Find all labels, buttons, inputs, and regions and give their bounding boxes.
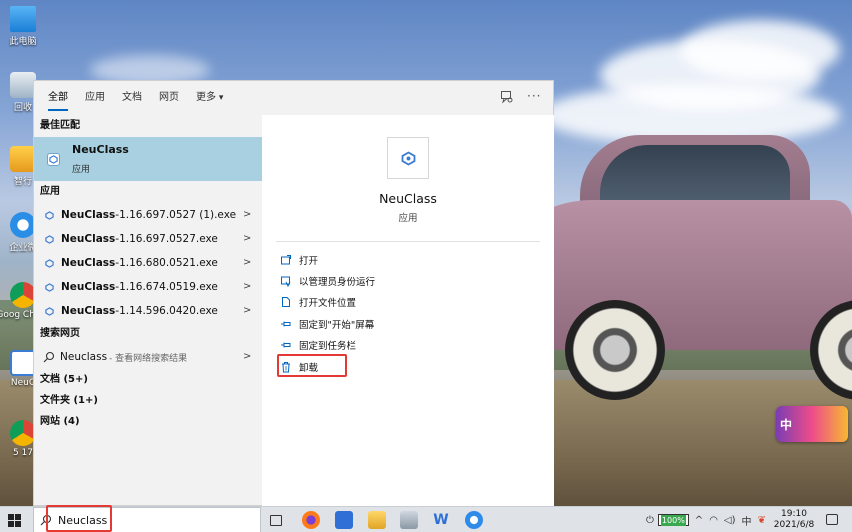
neuclass-app-icon — [43, 209, 56, 222]
app-icon-gray[interactable] — [400, 511, 418, 529]
search-highlight-box — [46, 505, 112, 532]
feedback-icon[interactable] — [500, 90, 514, 104]
app-result-item[interactable]: NeuClass-1.14.596.0420.exe > — [34, 299, 262, 323]
search-results-list: 最佳匹配 NeuClass 应用 应用 NeuClass-1.16.697.05… — [34, 115, 262, 507]
best-match-type: 应用 — [72, 165, 91, 175]
web-search-result[interactable]: Neuclass - 查看网络搜索结果 > — [34, 345, 262, 369]
action-open-file-location[interactable]: 打开文件位置 — [280, 292, 375, 313]
volume-icon[interactable]: ◁) — [724, 515, 736, 526]
web-search-header: 搜索网页 — [40, 328, 80, 339]
documents-group[interactable]: 文档 (5+) — [34, 369, 262, 390]
system-clock[interactable]: 19:10 2021/6/8 — [766, 509, 822, 531]
search-icon — [43, 351, 55, 363]
computer-icon — [10, 6, 36, 32]
app-tray-icon[interactable]: ❦ — [758, 515, 766, 526]
task-view-icon[interactable] — [270, 515, 282, 526]
uninstall-highlight-box — [277, 354, 347, 377]
chevron-right-icon[interactable]: > — [243, 351, 251, 362]
folders-group[interactable]: 文件夹 (1+) — [34, 390, 262, 411]
run-as-admin-icon — [281, 276, 291, 288]
system-tray: ⏻ 100% ^ ◠ ◁) 中 ❦ — [640, 507, 766, 532]
tab-documents[interactable]: 文档 — [122, 81, 142, 115]
wifi-icon[interactable]: ◠ — [709, 515, 718, 526]
action-run-as-admin[interactable]: 以管理员身份运行 — [280, 270, 375, 291]
neuclass-app-icon — [43, 281, 56, 294]
more-options-button[interactable]: ··· — [527, 89, 541, 103]
open-icon — [281, 254, 291, 265]
firefox-icon[interactable] — [302, 511, 320, 529]
battery-indicator[interactable]: 100% — [657, 514, 689, 526]
wps-writer-icon[interactable]: W — [432, 511, 450, 529]
tab-web[interactable]: 网页 — [159, 81, 179, 115]
tab-apps[interactable]: 应用 — [85, 81, 105, 115]
detail-app-type: 应用 — [398, 213, 418, 224]
windows-logo-icon — [8, 514, 14, 520]
chevron-right-icon[interactable]: > — [243, 281, 251, 292]
action-pin-to-taskbar[interactable]: 固定到任务栏 — [280, 335, 375, 356]
tab-more[interactable]: 更多 — [196, 81, 223, 115]
chevron-right-icon[interactable]: > — [243, 257, 251, 268]
file-explorer-icon[interactable] — [368, 511, 386, 529]
taskbar: W ⏻ 100% ^ ◠ ◁) 中 ❦ 19:10 2021/6/8 — [0, 506, 852, 532]
best-match-header: 最佳匹配 — [40, 120, 80, 131]
app-result-item[interactable]: NeuClass-1.16.674.0519.exe > — [34, 275, 262, 299]
divider — [276, 241, 540, 242]
neuclass-app-icon — [47, 152, 60, 166]
best-match-item[interactable]: NeuClass 应用 — [34, 137, 262, 181]
power-icon[interactable]: ⏻ — [646, 515, 654, 526]
app-detail-pane: NeuClass 应用 打开 以管理员身份运行 打开文件位置 固定到"开始"屏幕 — [262, 115, 554, 507]
app-result-item[interactable]: NeuClass-1.16.697.0527.exe > — [34, 227, 262, 251]
ime-indicator[interactable]: 中 — [742, 513, 752, 528]
app-result-item[interactable]: NeuClass-1.16.680.0521.exe > — [34, 251, 262, 275]
neuclass-app-icon — [43, 233, 56, 246]
app-result-item[interactable]: NeuClass-1.16.697.0527 (1).exe > — [34, 203, 262, 227]
notification-icon[interactable] — [826, 514, 838, 525]
chevron-right-icon[interactable]: > — [243, 233, 251, 244]
chevron-right-icon[interactable]: > — [243, 305, 251, 316]
neuclass-app-icon — [43, 305, 56, 318]
detail-app-name: NeuClass — [379, 191, 437, 206]
chevron-right-icon[interactable]: > — [243, 209, 251, 220]
pin-start-icon — [281, 321, 291, 327]
websites-group[interactable]: 网站 (4) — [34, 411, 262, 432]
start-search-panel: 全部 应用 文档 网页 更多 ··· 最佳匹配 NeuClass 应用 应用 N… — [33, 80, 555, 507]
pin-taskbar-icon — [281, 342, 291, 348]
apps-header: 应用 — [40, 186, 60, 197]
action-open[interactable]: 打开 — [280, 249, 375, 270]
file-location-icon — [282, 297, 290, 308]
neuclass-app-icon — [43, 257, 56, 270]
start-button[interactable] — [8, 514, 21, 527]
desktop-icon-this-pc[interactable]: 此电脑 — [2, 6, 44, 47]
floating-ime-sticker[interactable]: 中 — [776, 406, 848, 442]
neuclass-large-icon — [387, 137, 429, 179]
app-icon-cloud[interactable] — [465, 511, 483, 529]
search-tabs: 全部 应用 文档 网页 更多 — [34, 81, 555, 115]
tab-all[interactable]: 全部 — [48, 81, 68, 115]
best-match-name: NeuClass — [72, 143, 129, 156]
app-icon-blue[interactable] — [335, 511, 353, 529]
action-pin-to-start[interactable]: 固定到"开始"屏幕 — [280, 313, 375, 334]
chevron-up-icon[interactable]: ^ — [695, 515, 703, 526]
